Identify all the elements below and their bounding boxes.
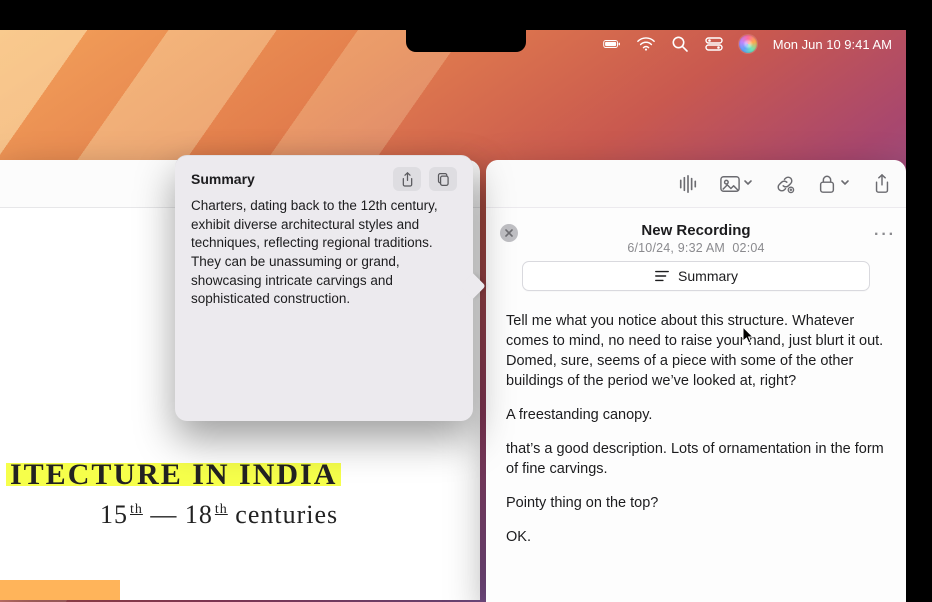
transcript[interactable]: Tell me what you notice about this struc… [486, 299, 906, 602]
siri-icon[interactable] [739, 35, 757, 53]
summary-button-label: Summary [678, 268, 738, 284]
panel-header: ··· New Recording 6/10/24, 9:32 AM 02:04… [486, 208, 906, 299]
popover-copy-button[interactable] [429, 167, 457, 191]
control-center-icon[interactable] [705, 35, 723, 53]
popover-body: Charters, dating back to the 12th centur… [191, 197, 457, 309]
orange-highlight [0, 580, 120, 600]
media-insert-button[interactable] [720, 174, 753, 194]
transcript-p3: that’s a good description. Lots of ornam… [506, 439, 886, 479]
share-button[interactable] [872, 174, 892, 194]
recording-panel: ··· New Recording 6/10/24, 9:32 AM 02:04… [486, 160, 906, 602]
summary-button[interactable]: Summary [522, 261, 870, 291]
menubar-datetime[interactable]: Mon Jun 10 9:41 AM [773, 37, 892, 52]
summary-popover: Summary Charters, dating back to the 12t… [175, 155, 473, 421]
recording-duration: 02:04 [732, 241, 764, 255]
popover-pointer [460, 273, 485, 298]
device-bezel-right [906, 0, 932, 602]
transcript-p5: OK. [506, 527, 886, 547]
recording-date: 6/10/24, 9:32 AM [627, 241, 725, 255]
transcript-p1: Tell me what you notice about this struc… [506, 311, 886, 391]
search-icon[interactable] [671, 35, 689, 53]
cursor-icon [742, 326, 756, 344]
device-bezel-top [0, 0, 932, 30]
transcript-p4: Pointy thing on the top? [506, 493, 886, 513]
lock-button[interactable] [817, 174, 850, 194]
recording-title: New Recording [504, 222, 888, 239]
battery-icon[interactable] [603, 35, 621, 53]
link-button[interactable] [775, 174, 795, 194]
menubar: Mon Jun 10 9:41 AM [0, 30, 906, 58]
more-icon[interactable]: ··· [874, 226, 892, 244]
handwriting-line-1: ITECTURE IN INDIA [0, 458, 341, 492]
close-icon[interactable] [500, 224, 518, 242]
recording-meta: 6/10/24, 9:32 AM 02:04 [504, 241, 888, 255]
audio-waveform-button[interactable] [678, 174, 698, 194]
handwriting-line-2: 15th — 18th centuries [100, 500, 338, 530]
popover-title: Summary [191, 171, 255, 187]
popover-share-button[interactable] [393, 167, 421, 191]
panel-toolbar [486, 160, 906, 208]
transcript-p2: A freestanding canopy. [506, 405, 886, 425]
wifi-icon[interactable] [637, 35, 655, 53]
